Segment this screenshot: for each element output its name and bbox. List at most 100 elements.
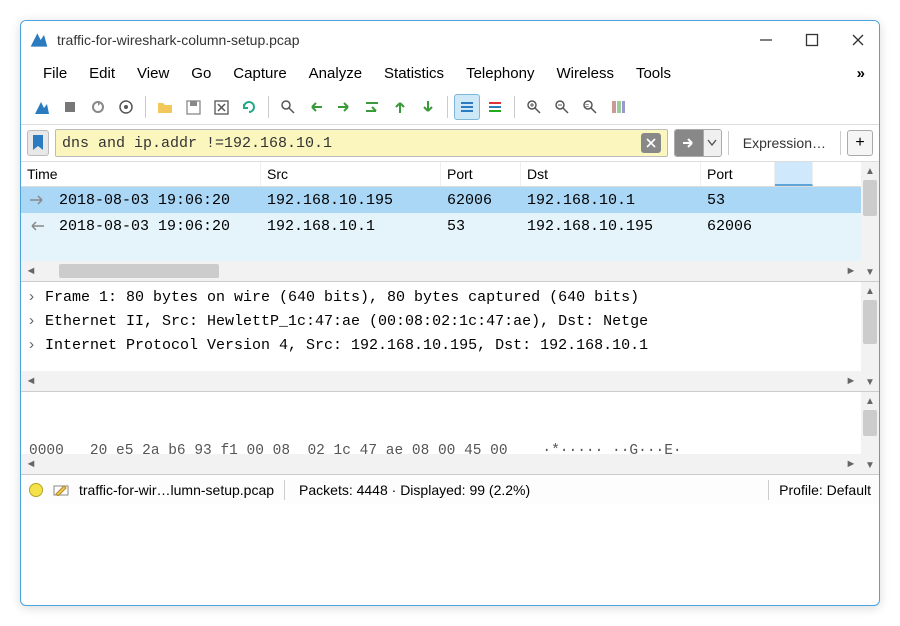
find-packet-icon[interactable]	[275, 94, 301, 120]
column-dst[interactable]: Dst	[521, 162, 701, 186]
go-first-icon[interactable]	[387, 94, 413, 120]
menu-statistics[interactable]: Statistics	[374, 61, 454, 86]
scroll-track[interactable]	[861, 410, 879, 456]
expand-icon[interactable]: ›	[27, 286, 37, 310]
auto-scroll-icon[interactable]	[454, 94, 480, 120]
detail-line[interactable]: ›Internet Protocol Version 4, Src: 192.1…	[27, 334, 873, 358]
maximize-button[interactable]	[803, 31, 821, 49]
go-forward-icon[interactable]	[331, 94, 357, 120]
filter-clear-icon[interactable]	[641, 133, 661, 153]
start-capture-icon[interactable]	[29, 94, 55, 120]
scroll-down-icon[interactable]: ▼	[861, 373, 879, 391]
scroll-thumb[interactable]	[863, 410, 877, 436]
scroll-up-icon[interactable]: ▲	[861, 392, 879, 410]
scroll-down-icon[interactable]: ▼	[861, 263, 879, 281]
column-selected-blank[interactable]	[775, 162, 813, 186]
menu-go[interactable]: Go	[181, 61, 221, 86]
resize-columns-icon[interactable]	[605, 94, 631, 120]
hex-hscroll[interactable]: ◄ ►	[21, 454, 879, 474]
expert-info-icon[interactable]	[29, 483, 43, 497]
hex-ascii: ·*····· ··G···E·	[534, 443, 682, 454]
go-to-packet-icon[interactable]	[359, 94, 385, 120]
go-back-icon[interactable]	[303, 94, 329, 120]
capture-options-icon[interactable]	[113, 94, 139, 120]
minimize-button[interactable]	[757, 31, 775, 49]
zoom-out-icon[interactable]	[549, 94, 575, 120]
save-file-icon[interactable]	[180, 94, 206, 120]
menu-wireless[interactable]: Wireless	[546, 61, 624, 86]
packet-row[interactable]: 2018-08-03 19:06:20 192.168.10.1 53 192.…	[21, 213, 879, 239]
menu-view[interactable]: View	[127, 61, 179, 86]
hex-body[interactable]: 0000 20 e5 2a b6 93 f1 00 08 02 1c 47 ae…	[21, 392, 879, 454]
edit-capture-icon[interactable]	[53, 480, 69, 499]
detail-line[interactable]: ›Frame 1: 80 bytes on wire (640 bits), 8…	[27, 286, 873, 310]
column-dst-port[interactable]: Port	[701, 162, 775, 186]
scroll-right-icon[interactable]: ►	[841, 458, 861, 470]
zoom-reset-icon[interactable]: =	[577, 94, 603, 120]
packet-row[interactable]: 2018-08-03 19:06:20 192.168.10.195 62006…	[21, 187, 879, 213]
cell-time: 2018-08-03 19:06:20	[53, 218, 261, 235]
expand-icon[interactable]: ›	[27, 334, 37, 358]
scroll-up-icon[interactable]: ▲	[861, 162, 879, 180]
apply-dropdown-icon[interactable]	[703, 130, 721, 156]
scroll-right-icon[interactable]: ►	[841, 265, 861, 277]
packet-list-body[interactable]: 2018-08-03 19:06:20 192.168.10.195 62006…	[21, 187, 879, 261]
filter-expression-button[interactable]: Expression…	[735, 135, 834, 151]
app-window: traffic-for-wireshark-column-setup.pcap …	[20, 20, 880, 606]
zoom-in-icon[interactable]	[521, 94, 547, 120]
reload-file-icon[interactable]	[236, 94, 262, 120]
filter-apply-button[interactable]	[674, 129, 722, 157]
status-profile[interactable]: Profile: Default	[779, 482, 871, 498]
details-vscroll[interactable]: ▲ ▼	[861, 282, 879, 391]
filter-add-button[interactable]: +	[847, 130, 873, 156]
restart-capture-icon[interactable]	[85, 94, 111, 120]
cell-time: 2018-08-03 19:06:20	[53, 192, 261, 209]
close-button[interactable]	[849, 31, 867, 49]
display-filter-input[interactable]: dns and ip.addr !=192.168.10.1	[55, 129, 668, 157]
hex-vscroll[interactable]: ▲ ▼	[861, 392, 879, 474]
scroll-up-icon[interactable]: ▲	[861, 282, 879, 300]
packet-bytes-pane: 0000 20 e5 2a b6 93 f1 00 08 02 1c 47 ae…	[21, 392, 879, 474]
menu-analyze[interactable]: Analyze	[299, 61, 372, 86]
filter-bookmark-icon[interactable]	[27, 130, 49, 156]
scroll-down-icon[interactable]: ▼	[861, 456, 879, 474]
scroll-track[interactable]	[861, 180, 879, 263]
close-file-icon[interactable]	[208, 94, 234, 120]
column-src-port[interactable]: Port	[441, 162, 521, 186]
scroll-track[interactable]	[861, 300, 879, 373]
hex-bytes: 20 e5 2a b6 93 f1 00 08 02 1c 47 ae 08 0…	[90, 443, 508, 454]
stop-capture-icon[interactable]	[57, 94, 83, 120]
menu-edit[interactable]: Edit	[79, 61, 125, 86]
scroll-left-icon[interactable]: ◄	[21, 458, 41, 470]
scroll-left-icon[interactable]: ◄	[21, 375, 41, 387]
details-hscroll[interactable]: ◄ ►	[21, 371, 879, 391]
menu-telephony[interactable]: Telephony	[456, 61, 544, 86]
scroll-thumb[interactable]	[863, 300, 877, 344]
colorize-icon[interactable]	[482, 94, 508, 120]
scroll-thumb[interactable]	[59, 264, 219, 278]
scroll-thumb[interactable]	[863, 180, 877, 216]
apply-arrow-icon	[675, 130, 703, 156]
cell-dport: 62006	[701, 218, 775, 235]
menu-file[interactable]: File	[33, 61, 77, 86]
menu-tools[interactable]: Tools	[626, 61, 681, 86]
window-controls	[757, 31, 867, 49]
cell-src: 192.168.10.1	[261, 218, 441, 235]
expand-icon[interactable]: ›	[27, 310, 37, 334]
filter-text: dns and ip.addr !=192.168.10.1	[62, 135, 635, 152]
hex-offset: 0000	[29, 443, 64, 454]
column-src[interactable]: Src	[261, 162, 441, 186]
packet-details-pane: ›Frame 1: 80 bytes on wire (640 bits), 8…	[21, 282, 879, 392]
menu-overflow[interactable]: »	[851, 61, 871, 86]
detail-line[interactable]: ›Ethernet II, Src: HewlettP_1c:47:ae (00…	[27, 310, 873, 334]
scroll-right-icon[interactable]: ►	[841, 375, 861, 387]
hex-row[interactable]: 0000 20 e5 2a b6 93 f1 00 08 02 1c 47 ae…	[29, 440, 871, 454]
column-time[interactable]: Time	[21, 162, 261, 186]
packet-list-hscroll[interactable]: ◄ ►	[21, 261, 879, 281]
open-file-icon[interactable]	[152, 94, 178, 120]
menu-capture[interactable]: Capture	[223, 61, 296, 86]
go-last-icon[interactable]	[415, 94, 441, 120]
packet-details-body[interactable]: ›Frame 1: 80 bytes on wire (640 bits), 8…	[21, 282, 879, 371]
scroll-left-icon[interactable]: ◄	[21, 265, 41, 277]
packet-list-vscroll[interactable]: ▲ ▼	[861, 162, 879, 281]
